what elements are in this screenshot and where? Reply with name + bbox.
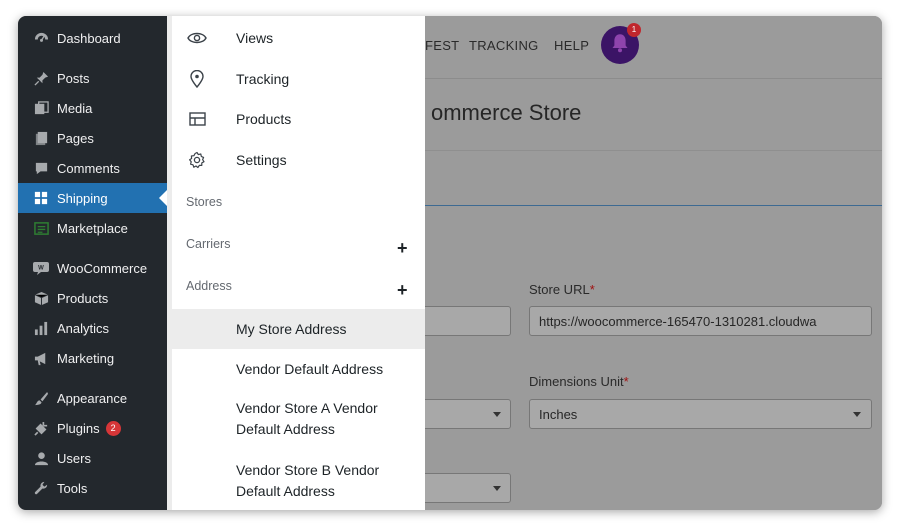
sidebar-item-comments[interactable]: Comments (18, 153, 167, 183)
megaphone-icon (33, 350, 49, 366)
add-carrier-button[interactable]: + (397, 238, 408, 259)
wrench-icon (33, 480, 49, 496)
dimensions-unit-select[interactable]: Inches (529, 399, 872, 429)
pin-icon (33, 70, 49, 86)
user-icon (33, 450, 49, 466)
sidebar-item-label: Comments (57, 160, 120, 176)
flyout-item-views[interactable]: Views (172, 24, 425, 52)
location-pin-icon (187, 69, 207, 89)
marketplace-icon (33, 220, 49, 236)
sidebar-item-label: Pages (57, 130, 94, 146)
eye-icon (187, 28, 207, 48)
sidebar-item-analytics[interactable]: Analytics (18, 313, 167, 343)
sidebar-item-label: Users (57, 450, 91, 466)
sidebar-item-label: Marketplace (57, 220, 128, 236)
sidebar-item-label: Marketing (57, 350, 115, 366)
sidebar-item-marketing[interactable]: Marketing (18, 343, 167, 373)
media-icon (33, 100, 49, 116)
pages-icon (33, 130, 49, 146)
sidebar-item-label: Appearance (57, 390, 128, 406)
flyout-item-settings[interactable]: Settings (172, 146, 425, 174)
address-item-my-store[interactable]: My Store Address (172, 309, 425, 349)
grid-icon (33, 190, 49, 206)
chevron-down-icon (853, 412, 861, 417)
address-item-label-line2: Default Address (236, 421, 335, 437)
section-stores[interactable]: Stores (186, 195, 222, 209)
sidebar-item-label: Shipping (57, 190, 108, 206)
sidebar-item-posts[interactable]: Posts (18, 63, 167, 93)
brush-icon (33, 390, 49, 406)
sidebar-item-dashboard[interactable]: Dashboard (18, 23, 167, 53)
shipping-flyout-menu: Views Tracking Products Settings Stores … (167, 16, 425, 510)
sidebar-item-users[interactable]: Users (18, 443, 167, 473)
sidebar-item-label: Media (57, 100, 93, 116)
sidebar-item-products[interactable]: Products (18, 283, 167, 313)
comment-icon (33, 160, 49, 176)
flyout-item-tracking[interactable]: Tracking (172, 65, 425, 93)
box-icon (33, 290, 49, 306)
bell-icon (610, 33, 630, 58)
admin-sidebar: Dashboard Posts Media Pages Comments Shi… (18, 16, 167, 510)
chevron-down-icon (493, 486, 501, 491)
sidebar-item-media[interactable]: Media (18, 93, 167, 123)
sidebar-item-pages[interactable]: Pages (18, 123, 167, 153)
section-carriers[interactable]: Carriers (186, 237, 230, 251)
address-item-label: Vendor Default Address (236, 361, 384, 377)
add-address-button[interactable]: + (397, 280, 408, 301)
store-url-label: Store URL* (529, 282, 595, 297)
sidebar-item-appearance[interactable]: Appearance (18, 383, 167, 413)
flyout-item-label: Tracking (236, 71, 290, 87)
sidebar-item-label: Analytics (57, 320, 110, 336)
sidebar-item-label: Products (57, 290, 109, 306)
address-item-vendor-store-b[interactable]: Vendor Store B Vendor Default Address (172, 456, 425, 506)
sidebar-item-marketplace[interactable]: Marketplace (18, 213, 167, 243)
woo-icon: W (33, 260, 49, 276)
table-icon (187, 109, 207, 129)
sidebar-item-label: Dashboard (57, 30, 121, 46)
dashboard-icon (33, 30, 49, 46)
flyout-item-label: Products (236, 111, 292, 127)
chevron-down-icon (493, 412, 501, 417)
sidebar-item-label: Tools (57, 480, 88, 496)
dimensions-unit-label: Dimensions Unit* (529, 374, 629, 389)
address-item-label-line2: Default Address (236, 483, 335, 499)
sidebar-item-label: Plugins (57, 420, 100, 436)
address-item-label: My Store Address (236, 321, 347, 337)
plug-icon (33, 420, 49, 436)
address-item-label-line1: Vendor Store B Vendor (236, 462, 380, 478)
sidebar-item-tools[interactable]: Tools (18, 473, 167, 503)
sidebar-item-label: Posts (57, 70, 90, 86)
flyout-item-products[interactable]: Products (172, 105, 425, 133)
sidebar-item-shipping[interactable]: Shipping (18, 183, 167, 213)
page-title: ommerce Store (431, 100, 582, 125)
nav-link-fest[interactable]: FEST (425, 38, 459, 53)
store-url-field[interactable]: https://woocommerce-165470-1310281.cloud… (529, 306, 872, 336)
svg-text:W: W (38, 265, 44, 271)
flyout-item-label: Views (236, 30, 274, 46)
flyout-item-label: Settings (236, 152, 287, 168)
sidebar-item-label: WooCommerce (57, 260, 148, 276)
notification-count-badge: 1 (627, 23, 641, 37)
sidebar-item-plugins[interactable]: Plugins 2 (18, 413, 167, 443)
nav-link-help[interactable]: HELP (554, 38, 589, 53)
section-address[interactable]: Address (186, 279, 232, 293)
address-item-label-line1: Vendor Store A Vendor (236, 400, 378, 416)
nav-link-tracking[interactable]: TRACKING (469, 38, 539, 53)
sidebar-item-woocommerce[interactable]: W WooCommerce (18, 253, 167, 283)
app-window: Dashboard Posts Media Pages Comments Shi… (18, 16, 882, 510)
bar-chart-icon (33, 320, 49, 336)
address-item-vendor-default[interactable]: Vendor Default Address (172, 349, 425, 389)
gear-icon (187, 150, 207, 170)
address-item-vendor-store-a[interactable]: Vendor Store A Vendor Default Address (172, 394, 425, 444)
plugins-update-badge: 2 (105, 420, 121, 436)
